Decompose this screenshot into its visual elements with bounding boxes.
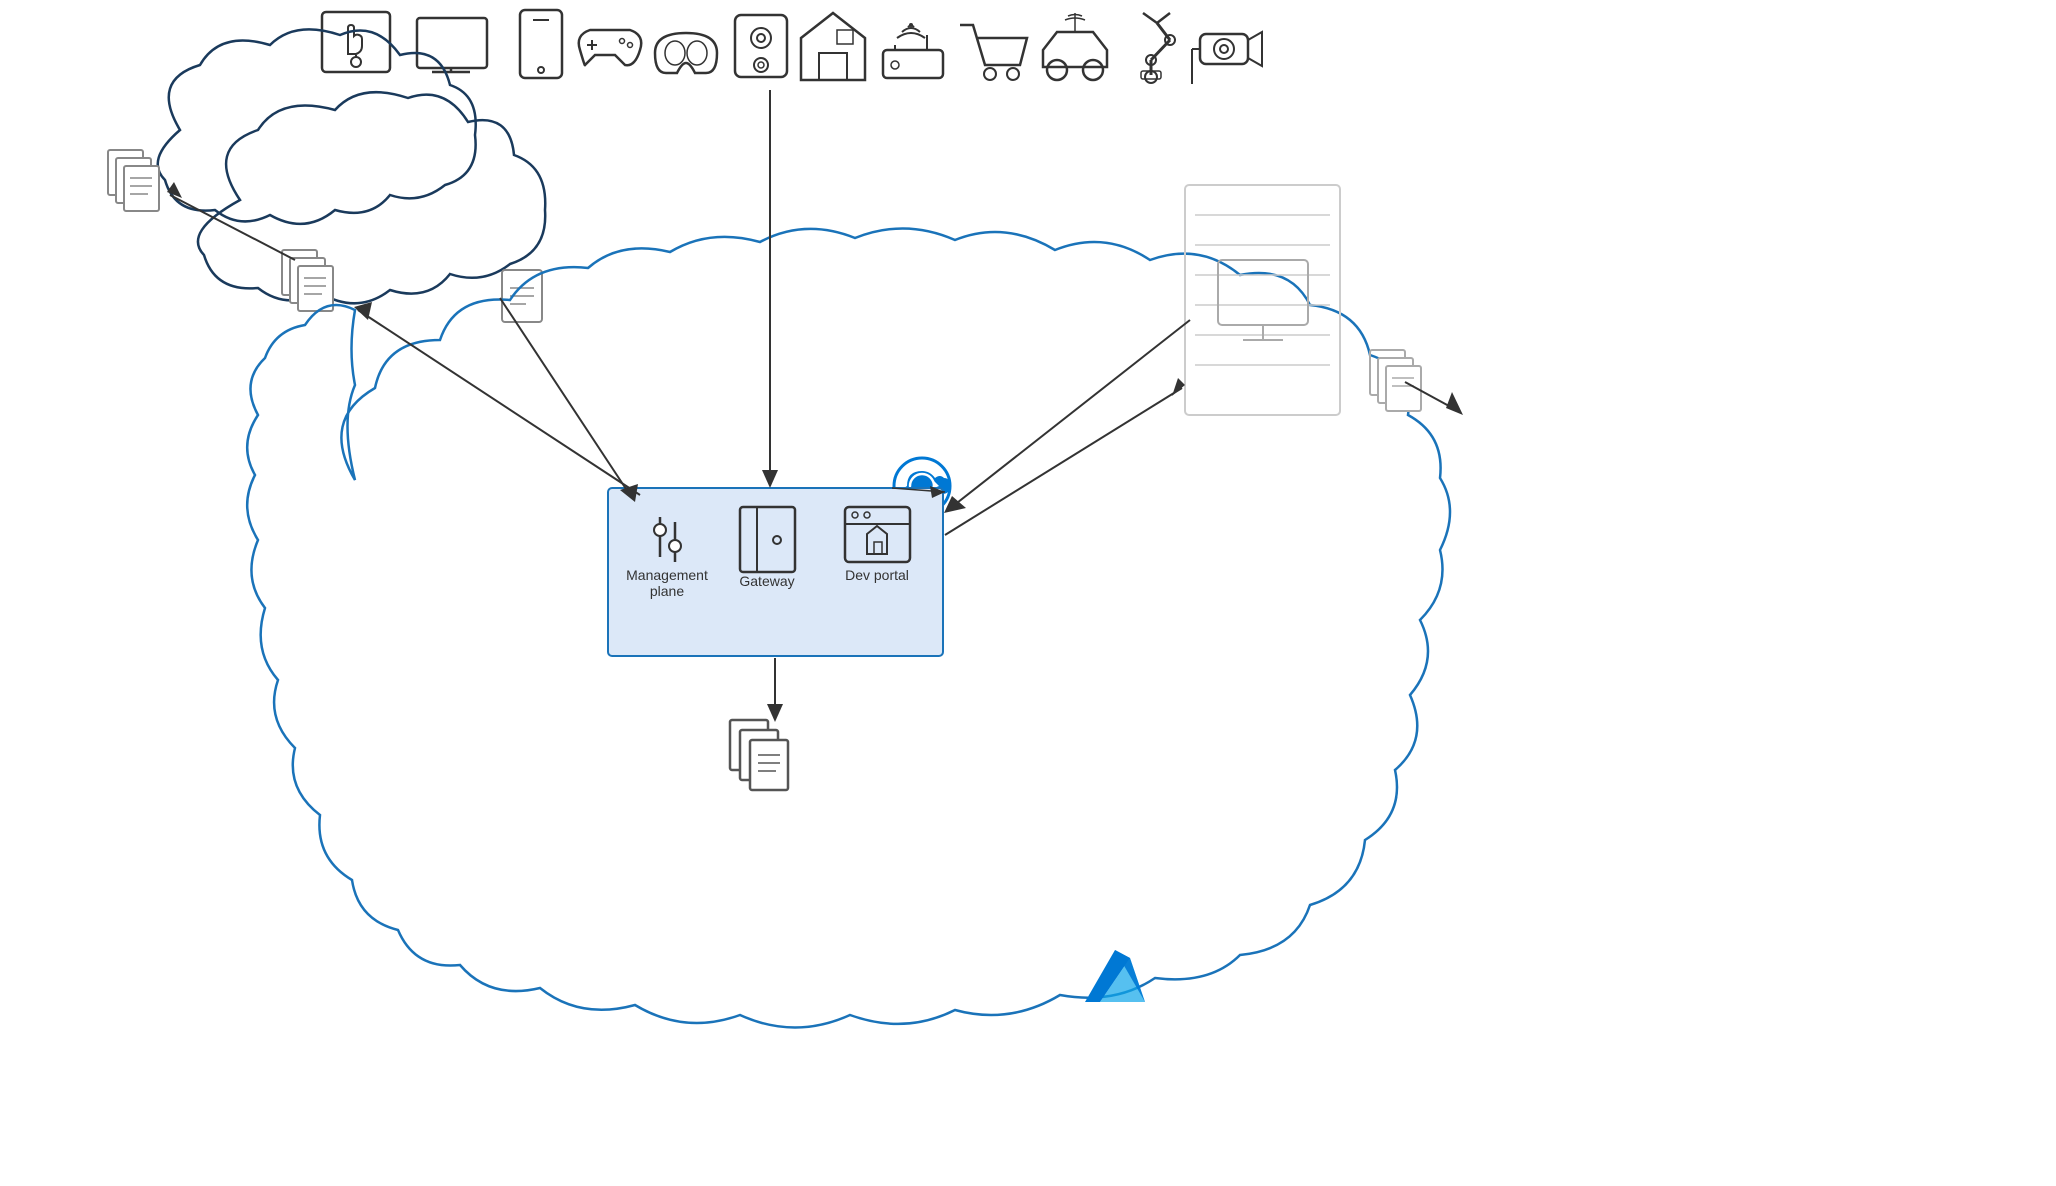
cloud1-to-cloud2-arrow bbox=[167, 182, 295, 260]
shopping-cart-icon bbox=[960, 25, 1027, 80]
azure-logo bbox=[1085, 950, 1145, 1002]
architecture-diagram: Management plane Gateway bbox=[0, 0, 2056, 1186]
svg-text:plane: plane bbox=[650, 583, 684, 599]
speaker-icon bbox=[735, 15, 787, 77]
wifi-router-icon bbox=[883, 23, 943, 78]
iot-to-apim-arrow bbox=[762, 90, 778, 488]
security-camera-icon bbox=[1192, 32, 1262, 84]
svg-text:Gateway: Gateway bbox=[739, 573, 794, 589]
touch-screen-icon bbox=[322, 12, 390, 72]
robotic-arm-icon bbox=[1141, 13, 1175, 83]
apim-to-server-arrow bbox=[945, 378, 1185, 535]
server-rack-box bbox=[1185, 185, 1340, 415]
svg-text:Dev portal: Dev portal bbox=[845, 567, 909, 583]
diagram-container: Management plane Gateway bbox=[0, 0, 2056, 1186]
apim-to-cloud-arrow bbox=[354, 302, 640, 495]
cloud2-to-apim-arrow bbox=[500, 298, 638, 502]
vr-headset-icon bbox=[655, 33, 717, 73]
apim-to-db-arrow bbox=[767, 658, 783, 722]
outer-dark-cloud bbox=[108, 29, 476, 224]
apim-box: Management plane Gateway bbox=[608, 488, 943, 656]
right-docs-stack bbox=[1370, 350, 1421, 411]
second-dark-cloud bbox=[198, 92, 545, 322]
server-to-apim-arrow bbox=[944, 320, 1190, 513]
autonomous-car-icon bbox=[1043, 13, 1107, 80]
gamepad-icon bbox=[579, 30, 642, 65]
svg-text:Management: Management bbox=[626, 567, 708, 583]
monitor-icon bbox=[417, 18, 487, 72]
mobile-icon bbox=[520, 10, 562, 78]
backend-docs-icon bbox=[730, 720, 788, 790]
smart-home-icon bbox=[801, 13, 865, 80]
